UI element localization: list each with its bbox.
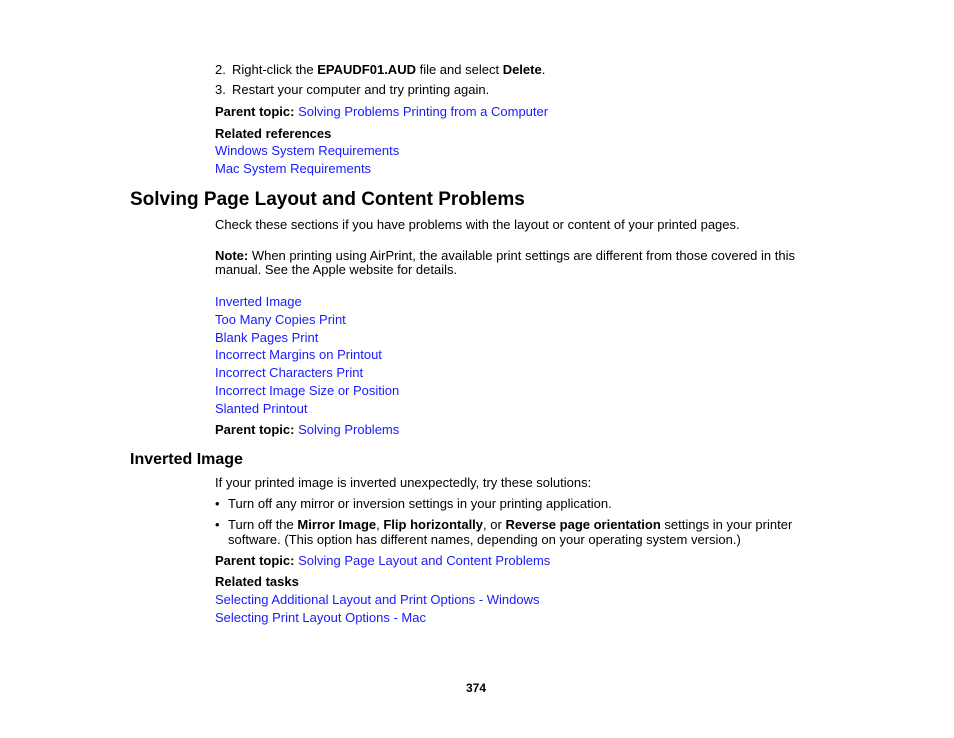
step-number: 3. [215,82,226,97]
parent-topic: Parent topic: Solving Problems [215,422,399,438]
step-2: 2. Right-click the EPAUDF01.AUD file and … [215,62,546,77]
subsection-title: Inverted Image [130,451,243,468]
bullet-item: • Turn off the Mirror Image, Flip horizon… [215,517,793,532]
related-link-windows-requirements[interactable]: Windows System Requirements [215,143,399,159]
topic-link-slanted-printout[interactable]: Slanted Printout [215,401,308,417]
parent-topic: Parent topic: Solving Page Layout and Co… [215,553,550,569]
note-label: Note: [215,248,249,263]
parent-topic: Parent topic: Solving Problems Printing … [215,104,548,120]
step-number: 2. [215,62,226,77]
note-continued: manual. See the Apple website for detail… [215,262,458,277]
related-references-heading: Related references [215,126,332,141]
page-number: 374 [466,681,487,695]
topic-link-incorrect-margins[interactable]: Incorrect Margins on Printout [215,347,382,363]
section-title: Solving Page Layout and Content Problems [130,189,525,210]
bullet-item-continued: software. (This option has different nam… [228,532,741,547]
related-tasks-heading: Related tasks [215,574,299,589]
parent-topic-link[interactable]: Solving Page Layout and Content Problems [298,553,550,568]
parent-topic-label: Parent topic: [215,422,295,437]
topic-link-blank-pages[interactable]: Blank Pages Print [215,330,318,346]
filename: EPAUDF01.AUD [317,62,416,77]
bullet-icon: • [215,517,220,532]
related-link-layout-options-mac[interactable]: Selecting Print Layout Options - Mac [215,610,426,626]
subsection-intro: If your printed image is inverted unexpe… [215,475,592,490]
bullet-item: • Turn off any mirror or inversion settin… [215,496,612,511]
bullet-icon: • [215,496,220,511]
parent-topic-label: Parent topic: [215,553,295,568]
related-link-layout-options-windows[interactable]: Selecting Additional Layout and Print Op… [215,592,539,608]
topic-link-too-many-copies[interactable]: Too Many Copies Print [215,312,346,328]
section-intro: Check these sections if you have problem… [215,217,740,232]
topic-link-incorrect-image-size[interactable]: Incorrect Image Size or Position [215,383,399,399]
delete-label: Delete [502,62,542,77]
parent-topic-link[interactable]: Solving Problems Printing from a Compute… [298,104,548,119]
topic-link-inverted-image[interactable]: Inverted Image [215,294,302,310]
parent-topic-label: Parent topic: [215,104,295,119]
related-link-mac-requirements[interactable]: Mac System Requirements [215,161,371,177]
parent-topic-link[interactable]: Solving Problems [298,422,399,437]
topic-link-incorrect-characters[interactable]: Incorrect Characters Print [215,365,363,381]
step-3: 3. Restart your computer and try printing… [215,82,490,97]
